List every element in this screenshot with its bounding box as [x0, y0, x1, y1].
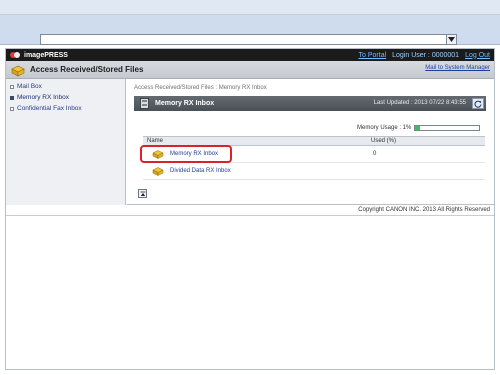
last-updated: Last Updated : 2013 07/22 8:43:55	[373, 100, 466, 106]
brand-bar: imagePRESS To Portal Login User : 000000…	[6, 49, 494, 61]
table-row: Memory RX Inbox 0	[140, 145, 485, 163]
breadcrumb: Access Received/Stored Files : Memory RX…	[134, 85, 267, 91]
memory-usage-label: Memory Usage : 1%	[357, 125, 412, 131]
panel-title: Memory RX Inbox	[155, 100, 215, 107]
address-bar[interactable]	[40, 34, 457, 45]
bullet-icon	[10, 84, 14, 89]
memory-usage-fill	[415, 126, 421, 130]
page-title-bar: Access Received/Stored Files Mail to Sys…	[6, 61, 494, 79]
refresh-button[interactable]	[472, 98, 484, 109]
back-to-top-button[interactable]	[138, 189, 147, 198]
login-user: Login User : 0000001	[392, 51, 460, 59]
divider	[6, 215, 494, 216]
column-header-used: Used (%)	[371, 138, 397, 144]
inbox-box-icon	[140, 98, 149, 109]
browser-content: imagePRESS To Portal Login User : 000000…	[5, 48, 495, 370]
row-used: 0	[373, 151, 377, 157]
memory-usage-bar	[414, 125, 481, 131]
logout-link[interactable]: Log Out	[465, 52, 490, 59]
main-content: Access Received/Stored Files : Memory RX…	[127, 79, 494, 205]
sidebar-item-memory-rx-inbox[interactable]: Memory RX Inbox	[10, 94, 69, 101]
inbox-tray-icon	[152, 167, 164, 176]
page-title: Access Received/Stored Files	[30, 65, 144, 74]
window-top-strip	[0, 0, 500, 15]
inbox-tray-icon	[11, 65, 25, 76]
brand-name: imagePRESS	[24, 51, 68, 59]
table-row: Divided Data RX Inbox	[143, 163, 485, 180]
sidebar-item-label: Confidential Fax Inbox	[17, 105, 82, 112]
highlight-outline	[140, 145, 232, 163]
divided-data-rx-inbox-link[interactable]: Divided Data RX Inbox	[152, 166, 231, 176]
row-name: Divided Data RX Inbox	[170, 168, 231, 174]
address-dropdown-button[interactable]	[446, 34, 457, 45]
canon-logo-icon	[10, 51, 20, 59]
sidebar-item-mail-box[interactable]: Mail Box	[10, 83, 42, 90]
arrow-up-icon	[140, 191, 145, 196]
bullet-icon	[10, 95, 14, 100]
bullet-icon	[10, 106, 14, 111]
mail-to-system-manager-link[interactable]: Mail to System Manager	[425, 65, 490, 71]
copyright: Copyright CANON INC. 2013 All Rights Res…	[358, 207, 490, 213]
refresh-icon	[474, 100, 482, 108]
sidebar-item-label: Mail Box	[17, 83, 42, 90]
sidebar-item-label: Memory RX Inbox	[17, 94, 70, 101]
user-links: To Portal Login User : 0000001 Log Out	[359, 49, 490, 61]
memory-usage: Memory Usage : 1%	[357, 125, 481, 131]
column-header-name: Name	[147, 138, 164, 144]
inbox-table: Name Used (%) Memory RX Inbox 0 Divided …	[140, 136, 485, 180]
sidebar: Mail Box Memory RX Inbox Confidential Fa…	[6, 79, 126, 205]
chevron-down-icon	[448, 37, 455, 42]
to-portal-link[interactable]: To Portal	[359, 52, 387, 59]
panel-header: Memory RX Inbox Last Updated : 2013 07/2…	[134, 96, 486, 111]
sidebar-item-confidential-fax-inbox[interactable]: Confidential Fax Inbox	[10, 105, 82, 112]
